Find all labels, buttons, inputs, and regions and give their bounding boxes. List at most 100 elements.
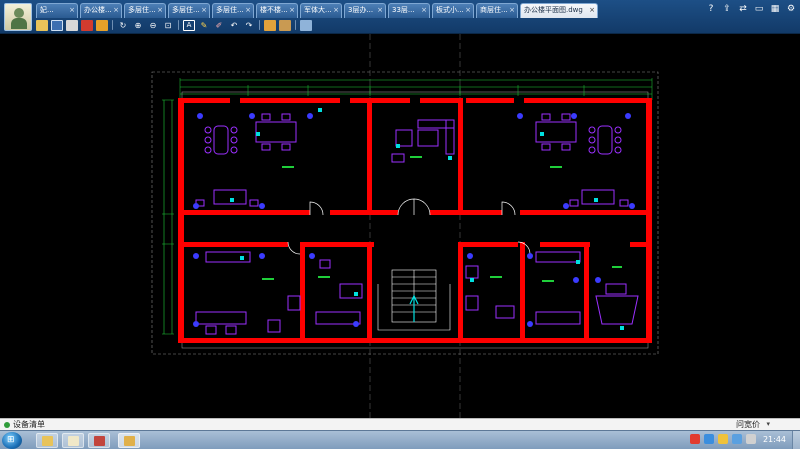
- tab-document[interactable]: 军体大... ×: [300, 3, 342, 18]
- text-icon[interactable]: A: [183, 19, 195, 31]
- floor-plan-drawing: [151, 34, 659, 418]
- close-icon[interactable]: ×: [245, 4, 251, 17]
- close-icon[interactable]: ×: [465, 4, 471, 17]
- folder-icon: [42, 436, 53, 446]
- restore-icon[interactable]: ▭: [752, 2, 766, 16]
- taskbar-clock[interactable]: 21:44: [763, 435, 786, 444]
- drawing-canvas[interactable]: [0, 34, 800, 418]
- title-tab-bar: 妃... × 办公楼... × 多层住... × 多层住... × 多层住... × 楼不楼... ×…: [0, 0, 800, 34]
- brush-icon[interactable]: ✐: [213, 20, 225, 31]
- volume-icon[interactable]: [746, 434, 756, 444]
- chat-icon[interactable]: [732, 434, 742, 444]
- close-icon[interactable]: ×: [589, 4, 595, 17]
- close-icon[interactable]: ×: [421, 4, 427, 17]
- toolbar-separator: [259, 20, 260, 30]
- tab-document[interactable]: 多层住... ×: [124, 3, 166, 18]
- close-icon[interactable]: ×: [289, 4, 295, 17]
- tab-active-document[interactable]: 办公楼平面图.dwg ×: [520, 3, 598, 18]
- tab-document[interactable]: 多层住... ×: [168, 3, 210, 18]
- close-icon[interactable]: ×: [113, 4, 119, 17]
- system-tray: [686, 434, 756, 444]
- toolbar: ↻ ⊕ ⊖ ⊡ A ✎ ✐ ↶ ↷: [36, 18, 315, 32]
- tab-label: 33层...: [392, 6, 415, 14]
- tab-label: 商层住...: [480, 6, 508, 14]
- pdf-icon[interactable]: [81, 19, 93, 31]
- room-label-marks: [262, 156, 622, 282]
- layers-icon[interactable]: [279, 19, 291, 31]
- open-icon[interactable]: [36, 19, 48, 31]
- tab-document[interactable]: 33层... ×: [388, 3, 430, 18]
- taskbar-active-app-button[interactable]: [118, 433, 140, 448]
- tab-document[interactable]: 妃... ×: [36, 3, 78, 18]
- axis-lines: [369, 34, 461, 418]
- cad-viewer-window: 妃... × 办公楼... × 多层住... × 多层住... × 多层住... × 楼不楼... ×…: [0, 0, 800, 449]
- tab-label: 多层住...: [172, 6, 200, 14]
- lock-icon[interactable]: [96, 19, 108, 31]
- tab-label: 多层住...: [128, 6, 156, 14]
- chevron-down-icon[interactable]: ▾: [766, 420, 770, 428]
- compare-icon[interactable]: [300, 19, 312, 31]
- swap-icon[interactable]: ⇄: [736, 2, 750, 16]
- tab-label: 楼不楼...: [260, 6, 288, 14]
- close-icon[interactable]: ×: [69, 4, 75, 17]
- tab-document[interactable]: 多层住... ×: [212, 3, 254, 18]
- tile-icon[interactable]: ▦: [768, 2, 782, 16]
- tab-document[interactable]: 楼不楼... ×: [256, 3, 298, 18]
- pencil-icon[interactable]: ✎: [198, 20, 210, 31]
- rotate-icon[interactable]: ↻: [117, 20, 129, 31]
- input-method-icon[interactable]: [690, 434, 700, 444]
- app-avatar-icon: [68, 436, 79, 446]
- status-indicator-icon: [4, 422, 10, 428]
- windows-taskbar: ⊞ 21:44: [0, 430, 800, 449]
- tab-label: 办公楼...: [84, 6, 112, 14]
- start-button[interactable]: ⊞: [2, 432, 22, 449]
- tab-label: 办公楼平面图.dwg: [524, 6, 583, 14]
- share-icon[interactable]: ⇪: [720, 2, 734, 16]
- drawing-frame-inner: [181, 91, 649, 349]
- tab-label: 妃...: [40, 6, 54, 14]
- close-icon[interactable]: ×: [377, 4, 383, 17]
- toolbar-separator: [112, 20, 113, 30]
- tab-document[interactable]: 商层住... ×: [476, 3, 518, 18]
- help-icon[interactable]: ?: [704, 2, 718, 16]
- tab-label: 军体大...: [304, 6, 332, 14]
- stair-arrow: [409, 294, 419, 322]
- pan-icon[interactable]: ⊡: [162, 20, 174, 31]
- undo-icon[interactable]: ↶: [228, 20, 240, 31]
- status-right-label[interactable]: 问宽价: [736, 419, 760, 430]
- taskbar-viewer-button[interactable]: [62, 433, 84, 448]
- show-desktop-button[interactable]: [792, 431, 800, 449]
- accent-marks: [230, 108, 624, 330]
- user-avatar-icon[interactable]: [4, 3, 32, 31]
- zoom-in-icon[interactable]: ⊕: [132, 20, 144, 31]
- tab-document[interactable]: 板式小... ×: [432, 3, 474, 18]
- security-icon[interactable]: [718, 434, 728, 444]
- furniture-top-right: [535, 113, 629, 207]
- furniture-top-left: [195, 113, 297, 207]
- status-bar: 设备清单 问宽价 ▾: [0, 418, 800, 430]
- books-icon: [94, 436, 105, 446]
- document-tabs: 妃... × 办公楼... × 多层住... × 多层住... × 多层住... × 楼不楼... ×…: [36, 3, 600, 18]
- taskbar-books-button[interactable]: [88, 433, 110, 448]
- zoom-out-icon[interactable]: ⊖: [147, 20, 159, 31]
- close-icon[interactable]: ×: [333, 4, 339, 17]
- close-icon[interactable]: ×: [509, 4, 515, 17]
- redo-icon[interactable]: ↷: [243, 20, 255, 31]
- cad-app-icon: [124, 436, 135, 446]
- measure-icon[interactable]: [264, 19, 276, 31]
- tab-document[interactable]: 3层办... ×: [344, 3, 386, 18]
- settings-icon[interactable]: ⚙: [784, 2, 798, 16]
- toolbar-separator: [178, 20, 179, 30]
- status-label[interactable]: 设备清单: [13, 419, 45, 430]
- taskbar-explorer-button[interactable]: [36, 433, 58, 448]
- tab-document[interactable]: 办公楼... ×: [80, 3, 122, 18]
- window-controls: ? ⇪ ⇄ ▭ ▦ ⚙: [702, 2, 798, 16]
- tab-label: 3层办...: [348, 6, 374, 14]
- tab-label: 板式小...: [436, 6, 464, 14]
- close-icon[interactable]: ×: [157, 4, 163, 17]
- close-icon[interactable]: ×: [201, 4, 207, 17]
- save-icon[interactable]: [51, 19, 63, 31]
- network-icon[interactable]: [704, 434, 714, 444]
- windows-logo-icon: ⊞: [7, 435, 15, 445]
- print-icon[interactable]: [66, 19, 78, 31]
